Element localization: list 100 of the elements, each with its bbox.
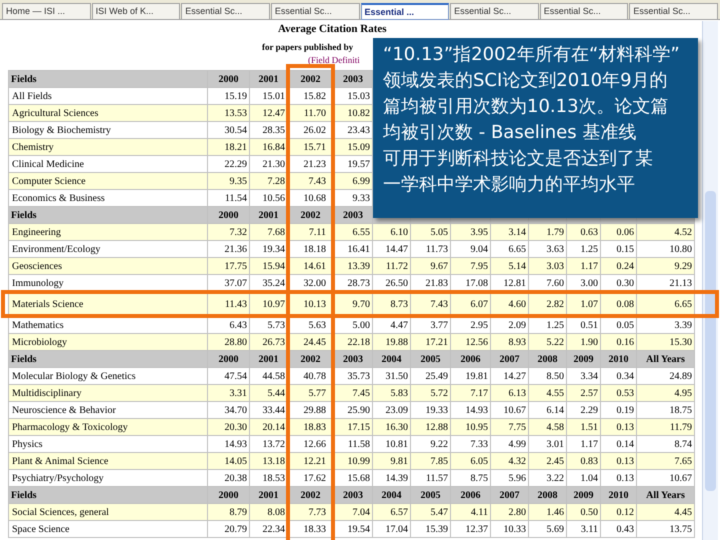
table-cell: 8.74: [674, 438, 692, 450]
table-cell: 18.21: [224, 142, 247, 152]
table-cell: 10.81: [386, 438, 408, 450]
table-cell: 5.47: [430, 506, 448, 518]
table-cell: 0.30: [616, 278, 634, 288]
table-cell: 21.83: [426, 278, 448, 288]
table-cell: 16.84: [262, 142, 285, 152]
table-cell: 4.60: [508, 298, 526, 310]
table-cell: 0.15: [616, 244, 634, 254]
browser-tab[interactable]: Essential ...: [360, 3, 450, 20]
browser-tab[interactable]: Essential Sc...: [450, 3, 539, 20]
callout-text: 一学科中学术影响力的平均水平: [383, 173, 635, 197]
table-cell: 11.57: [426, 472, 448, 484]
column-header: Fields: [11, 490, 37, 500]
table-cell: 13.18: [262, 456, 285, 466]
table-cell: 0.12: [616, 506, 634, 518]
table-cell: 3.63: [546, 244, 564, 254]
table-cell: 17.62: [304, 472, 326, 484]
table-cell: 7.73: [308, 506, 326, 518]
column-header: 2000: [218, 210, 238, 220]
field-name: Pharmacology & Toxicology: [12, 422, 128, 432]
table-cell: 7.75: [508, 422, 526, 432]
column-header: 2001: [258, 490, 278, 500]
table-cell: 6.65: [508, 244, 526, 254]
table-cell: 20.14: [262, 422, 285, 432]
table-cell: 0.06: [616, 226, 634, 238]
table-cell: 11.43: [224, 298, 247, 310]
table-cell: 19.88: [386, 336, 408, 348]
column-header: 2002: [300, 354, 320, 364]
browser-tab[interactable]: Essential Sc...: [181, 3, 270, 20]
table-cell: 18.83: [304, 422, 326, 432]
browser-tab[interactable]: Essential Sc...: [629, 3, 718, 20]
table-cell: 14.61: [304, 260, 326, 272]
field-name: Microbiology: [12, 336, 67, 348]
table-cell: 4.55: [546, 388, 564, 398]
table-cell: 5.05: [430, 226, 448, 238]
column-header: 2002: [300, 210, 320, 220]
table-cell: 3.14: [508, 226, 526, 238]
table-cell: 7.11: [308, 226, 326, 238]
table-cell: 10.67: [670, 472, 692, 484]
page-title: Average Citation Rates: [278, 23, 387, 36]
browser-tab[interactable]: Essential Sc...: [270, 3, 360, 20]
table-cell: 3.95: [470, 226, 488, 238]
field-name: Plant & Animal Science: [12, 456, 108, 466]
field-name: Physics: [12, 438, 43, 450]
table-cell: 0.08: [616, 298, 634, 310]
table-cell: 0.24: [616, 260, 634, 272]
table-cell: 16.30: [386, 422, 408, 432]
table-cell: 7.85: [430, 456, 448, 466]
table-cell: 4.95: [674, 388, 692, 398]
table-cell: 1.25: [546, 320, 564, 330]
column-header: 2001: [258, 354, 278, 364]
table-cell: 4.32: [508, 456, 526, 466]
table-cell: 15.19: [224, 90, 247, 102]
column-header: 2002: [300, 490, 320, 500]
table-cell: 7.32: [230, 226, 247, 238]
table-cell: 13.75: [670, 524, 692, 534]
table-cell: 7.43: [430, 298, 448, 310]
table-cell: 13.53: [224, 108, 247, 118]
table-cell: 3.34: [580, 370, 598, 382]
table-cell: 14.47: [386, 244, 408, 254]
table-cell: 15.68: [348, 472, 370, 484]
table-cell: 35.24: [262, 278, 285, 288]
table-cell: 14.93: [466, 404, 488, 416]
field-name: Clinical Medicine: [12, 158, 84, 170]
table-cell: 20.79: [224, 524, 247, 534]
table-cell: 0.16: [616, 336, 634, 348]
field-link[interactable]: (Field Definiti: [308, 55, 360, 66]
table-cell: 47.54: [224, 370, 247, 382]
column-header: 2010: [608, 490, 628, 500]
table-cell: 7.68: [268, 226, 285, 238]
column-header: 2004: [382, 354, 402, 364]
column-header: 2003: [343, 354, 363, 364]
table-cell: 1.07: [580, 298, 598, 310]
browser-tab[interactable]: Essential Sc...: [540, 3, 628, 20]
column-header: 2003: [343, 210, 363, 220]
browser-tab[interactable]: ISI Web of K...: [92, 3, 180, 20]
table-cell: 7.33: [470, 438, 488, 450]
table-cell: 37.07: [224, 278, 247, 288]
table-cell: 21.23: [304, 158, 326, 170]
column-header: 2009: [574, 490, 594, 500]
table-cell: 0.83: [580, 456, 598, 466]
table-cell: 19.81: [466, 370, 488, 382]
column-header: 2000: [218, 354, 238, 364]
callout-text: 领域发表的SCI论文到2010年9月的: [383, 69, 668, 93]
table-cell: 0.63: [580, 226, 598, 238]
table-cell: 3.03: [546, 260, 564, 272]
table-cell: 10.95: [466, 422, 488, 432]
table-cell: 5.22: [546, 336, 564, 348]
table-cell: 14.27: [504, 370, 526, 382]
column-header: 2008: [538, 354, 558, 364]
browser-tab[interactable]: Home — ISI ...: [2, 3, 91, 20]
field-name: Psychiatry/Psychology: [12, 472, 104, 484]
table-cell: 17.04: [386, 524, 408, 534]
table-cell: 7.17: [470, 388, 488, 398]
table-cell: 6.57: [390, 506, 408, 518]
scrollbar[interactable]: [702, 21, 718, 540]
table-cell: 8.08: [268, 506, 285, 518]
table-cell: 9.81: [390, 456, 408, 466]
table-cell: 40.78: [304, 370, 326, 382]
